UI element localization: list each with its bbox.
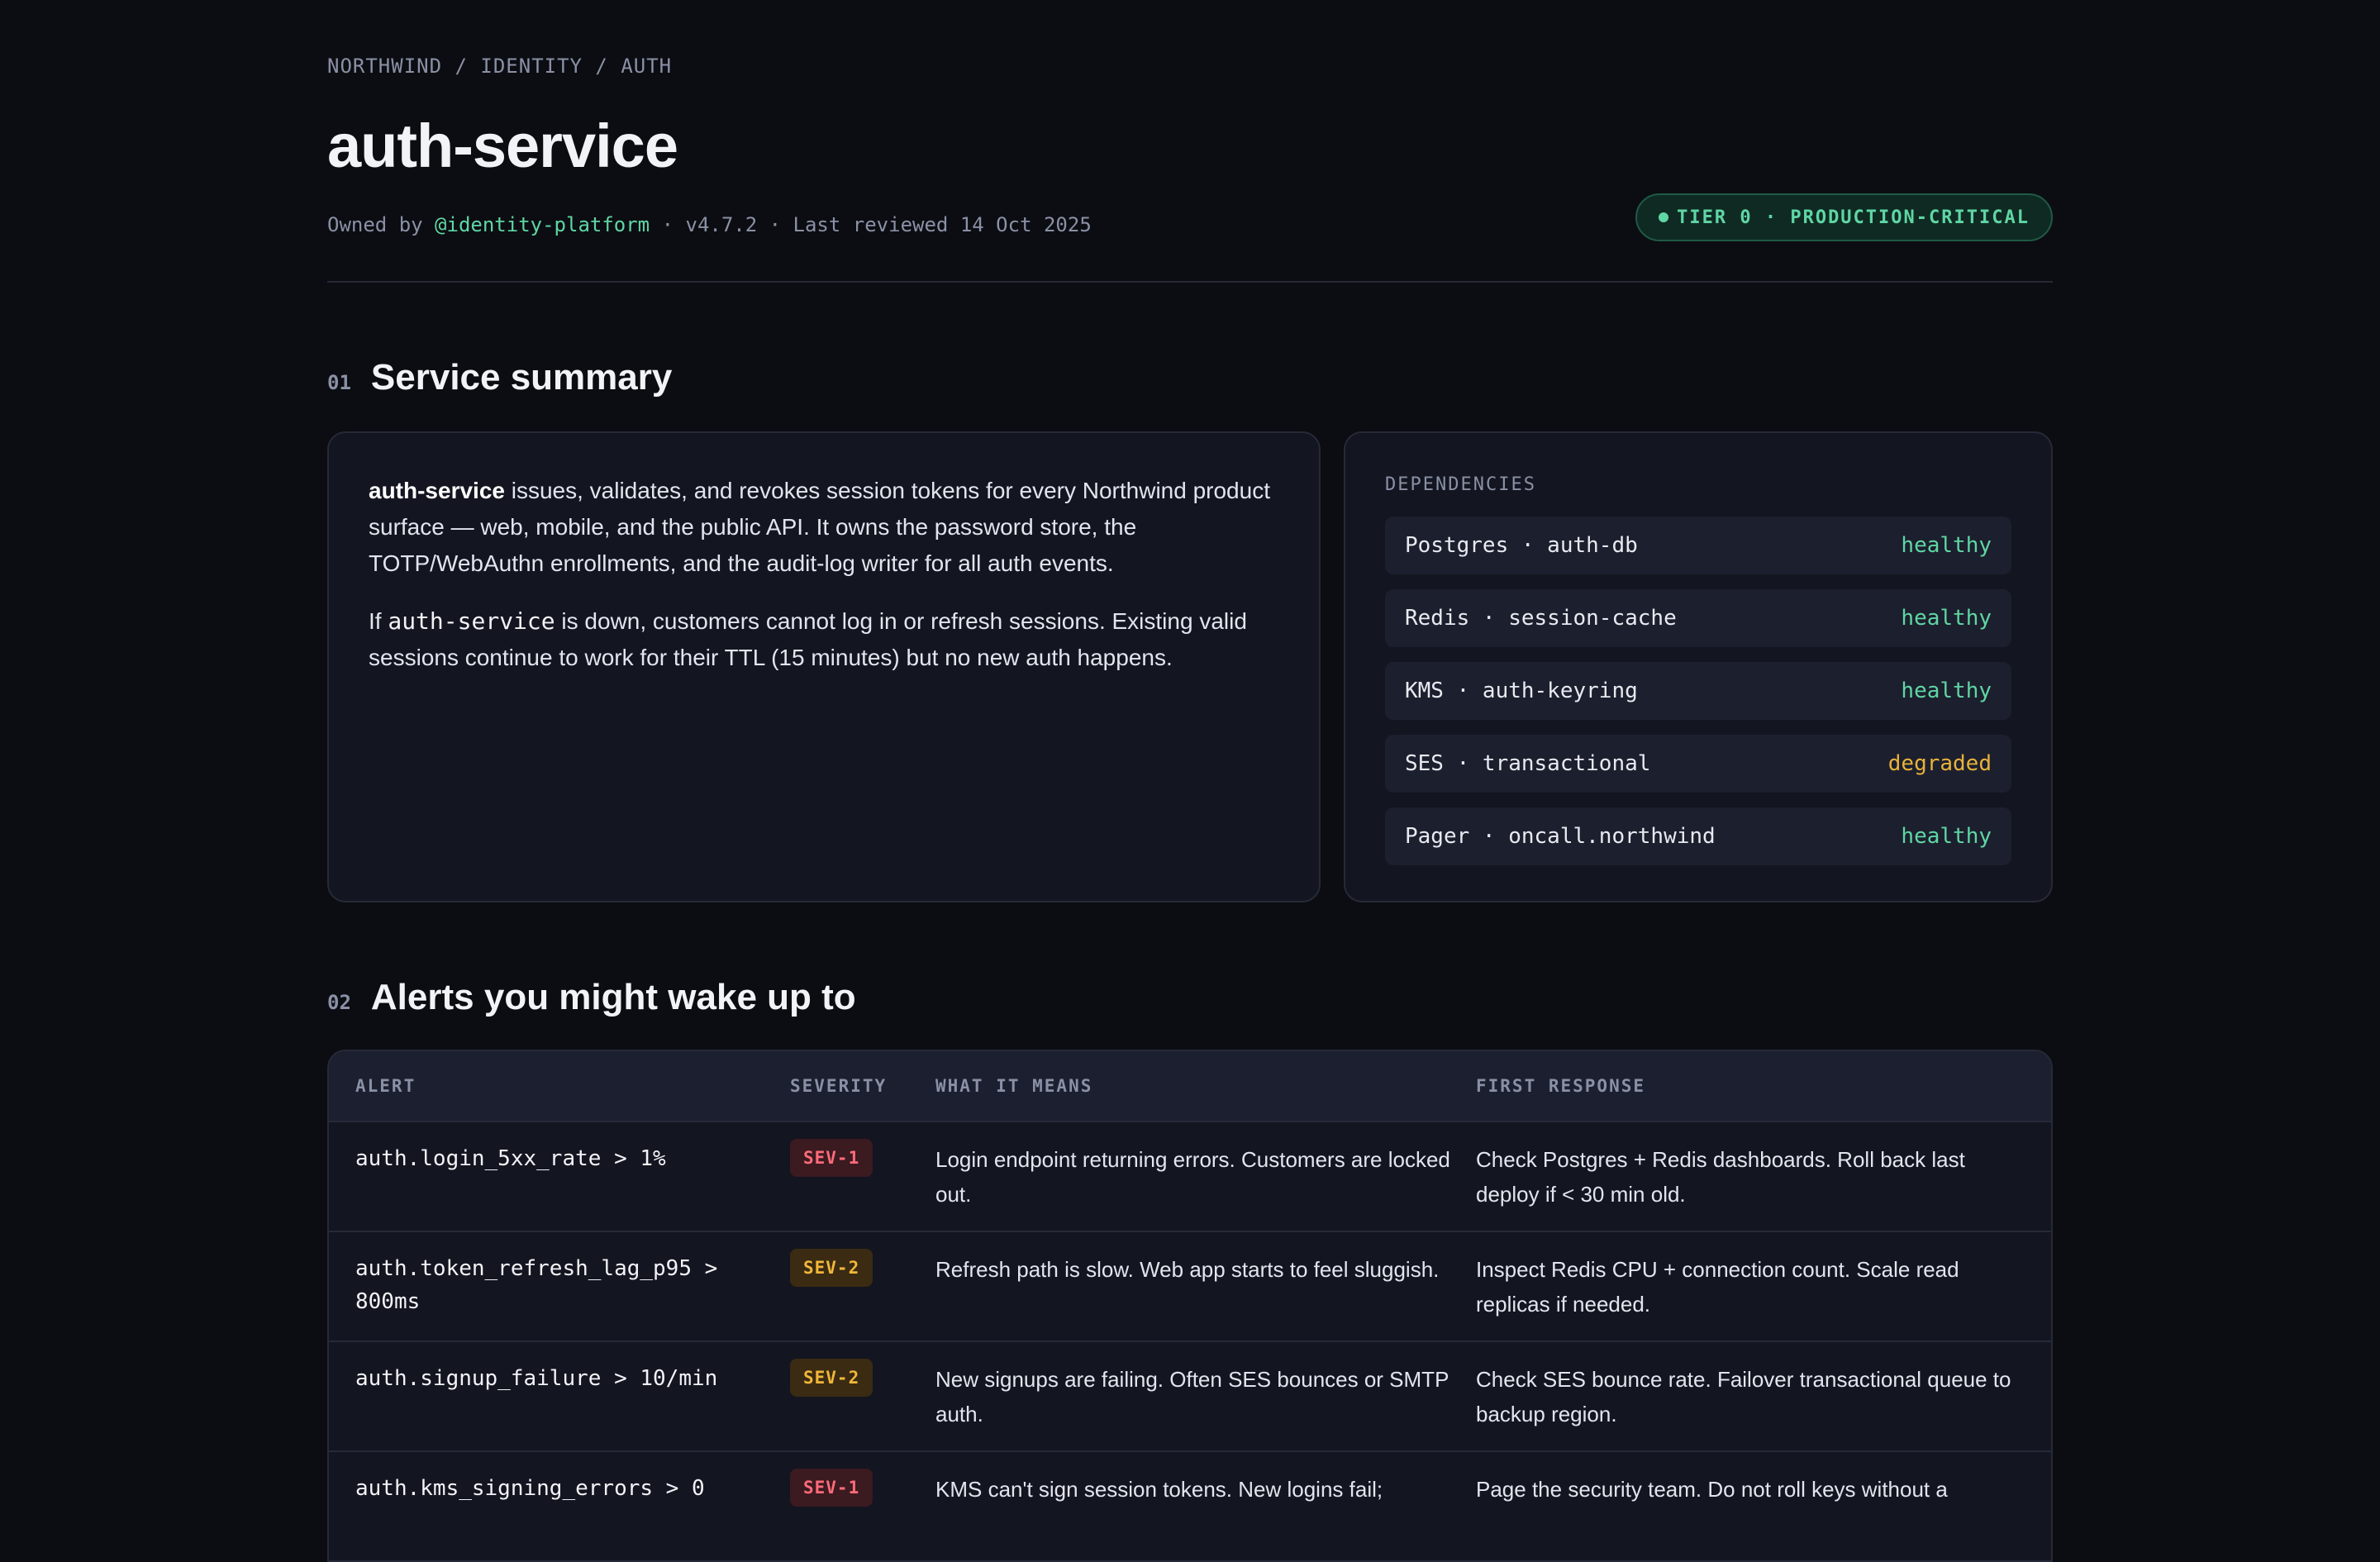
alert-first-response: Inspect Redis CPU + connection count. Sc… [1476, 1257, 1959, 1317]
dependency-status: healthy [1901, 824, 1992, 849]
section-number: 02 [327, 991, 351, 1014]
alert-first-response: Page the security team. Do not roll keys… [1476, 1477, 1948, 1502]
severity-badge: SEV-1 [790, 1139, 873, 1177]
table-header-row: ALERT SEVERITY WHAT IT MEANS FIRST RESPO… [329, 1051, 2051, 1121]
table-row: auth.token_refresh_lag_p95 > 800ms SEV-2… [329, 1231, 2051, 1341]
dependency-status: healthy [1901, 533, 1992, 558]
summary-p2-pre: If [369, 608, 388, 634]
dependency-row[interactable]: Postgres · auth-db healthy [1385, 517, 2011, 574]
dependencies-label: DEPENDENCIES [1385, 474, 1536, 495]
dependency-name: Postgres · auth-db [1405, 533, 1638, 558]
alert-name: auth.token_refresh_lag_p95 > 800ms [355, 1256, 718, 1314]
alert-name: auth.kms_signing_errors > 0 [355, 1476, 705, 1501]
section-number: 01 [327, 371, 351, 394]
section-title: Service summary [370, 357, 673, 398]
column-header-means: WHAT IT MEANS [935, 1076, 1093, 1096]
owned-by-label: Owned by [327, 213, 436, 236]
header-divider [327, 281, 2053, 283]
dependency-name: SES · transactional [1405, 751, 1651, 776]
alert-name: auth.login_5xx_rate > 1% [355, 1146, 666, 1171]
table-row: auth.login_5xx_rate > 1% SEV-1 Login end… [329, 1121, 2051, 1231]
alerts-table: ALERT SEVERITY WHAT IT MEANS FIRST RESPO… [327, 1050, 2053, 1562]
dependency-row[interactable]: Pager · oncall.northwind healthy [1385, 807, 2011, 865]
page-title: auth-service [327, 112, 678, 180]
dependency-status: degraded [1887, 751, 1992, 776]
service-meta: Owned by @identity-platform · v4.7.2 · L… [327, 213, 1092, 236]
tier-badge: TIER 0 · PRODUCTION-CRITICAL [1635, 193, 2053, 241]
dependency-name: KMS · auth-keyring [1405, 679, 1638, 703]
dependency-status: healthy [1901, 679, 1992, 703]
summary-card: auth-service issues, validates, and revo… [327, 431, 1321, 902]
alert-meaning: Refresh path is slow. Web app starts to … [935, 1257, 1440, 1282]
column-header-severity: SEVERITY [790, 1076, 888, 1096]
dependency-name: Redis · session-cache [1405, 606, 1677, 631]
tier-badge-label: TIER 0 · PRODUCTION-CRITICAL [1677, 207, 2030, 228]
dependency-row[interactable]: SES · transactional degraded [1385, 735, 2011, 793]
dependency-row[interactable]: KMS · auth-keyring healthy [1385, 662, 2011, 720]
dependency-status: healthy [1901, 606, 1992, 631]
summary-paragraph-1: auth-service issues, validates, and revo… [369, 473, 1279, 582]
table-row: auth.kms_signing_errors > 0 SEV-1 KMS ca… [329, 1450, 2051, 1560]
alert-first-response: Check Postgres + Redis dashboards. Roll … [1476, 1147, 1965, 1207]
alert-first-response: Check SES bounce rate. Failover transact… [1476, 1367, 2011, 1426]
section-alerts-heading: 02 Alerts you might wake up to [327, 977, 856, 1018]
alert-meaning: KMS can't sign session tokens. New login… [935, 1477, 1383, 1502]
breadcrumb[interactable]: NORTHWIND / IDENTITY / AUTH [327, 55, 672, 78]
dependency-name: Pager · oncall.northwind [1405, 824, 1716, 849]
status-dot-icon [1659, 212, 1669, 222]
column-header-first-response: FIRST RESPONSE [1476, 1076, 1646, 1096]
severity-badge: SEV-2 [790, 1359, 873, 1397]
alert-name: auth.signup_failure > 10/min [355, 1366, 718, 1391]
dependencies-card: DEPENDENCIES Postgres · auth-db healthy … [1344, 431, 2053, 902]
service-name-code: auth-service [388, 607, 555, 635]
section-title: Alerts you might wake up to [370, 977, 856, 1017]
version-review-text: · v4.7.2 · Last reviewed 14 Oct 2025 [650, 213, 1092, 236]
owner-link[interactable]: @identity-platform [435, 213, 650, 236]
alert-meaning: New signups are failing. Often SES bounc… [935, 1367, 1449, 1426]
section-summary-heading: 01 Service summary [327, 357, 672, 398]
column-header-alert: ALERT [355, 1076, 416, 1096]
table-row: auth.signup_failure > 10/min SEV-2 New s… [329, 1341, 2051, 1450]
severity-badge: SEV-2 [790, 1249, 873, 1287]
dependency-row[interactable]: Redis · session-cache healthy [1385, 589, 2011, 647]
alert-meaning: Login endpoint returning errors. Custome… [935, 1147, 1450, 1207]
summary-paragraph-2: If auth-service is down, customers canno… [369, 603, 1279, 676]
service-name-strong: auth-service [369, 478, 505, 503]
severity-badge: SEV-1 [790, 1469, 873, 1507]
